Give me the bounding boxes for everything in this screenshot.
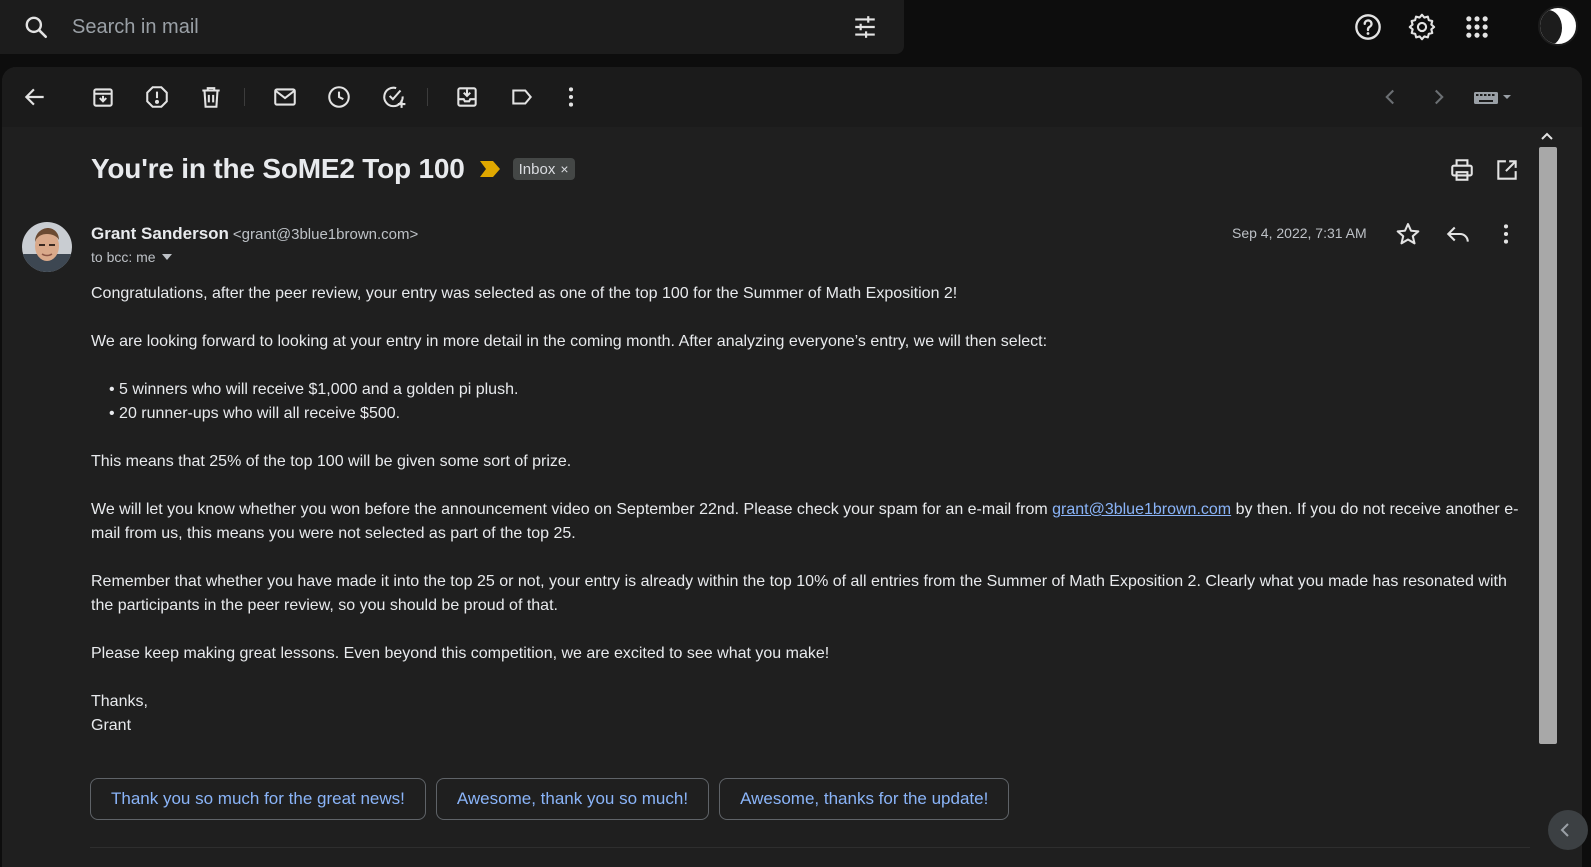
inbox-label-chip: Inbox × <box>512 158 575 180</box>
sender-name[interactable]: Grant Sanderson <box>91 224 229 244</box>
settings-icon[interactable] <box>1408 13 1436 41</box>
back-arrow-icon[interactable] <box>22 84 48 110</box>
search-options-icon[interactable] <box>852 14 878 40</box>
list-item: 20 runner-ups who will all receive $500. <box>109 402 1521 426</box>
message-content: You're in the SoME2 Top 100 Inbox × Gran… <box>2 127 1542 867</box>
print-icon[interactable] <box>1449 157 1475 183</box>
chevron-left-icon <box>1560 823 1569 837</box>
smart-replies: Thank you so much for the great news! Aw… <box>90 778 1010 820</box>
smart-reply-button[interactable]: Thank you so much for the great news! <box>90 778 426 820</box>
remove-label-button[interactable]: × <box>560 161 568 177</box>
subject-row: You're in the SoME2 Top 100 Inbox × <box>91 149 575 189</box>
body-paragraph: We will let you know whether you won bef… <box>91 498 1521 546</box>
scroll-up-arrow-icon[interactable] <box>1540 130 1554 144</box>
search-box <box>0 0 904 54</box>
input-tools-icon[interactable] <box>1472 84 1518 110</box>
search-input[interactable] <box>60 10 820 44</box>
label-icon[interactable] <box>509 84 535 110</box>
account-avatar[interactable] <box>1538 6 1578 46</box>
archive-icon[interactable] <box>90 84 116 110</box>
report-spam-icon[interactable] <box>144 84 170 110</box>
body-paragraph: Remember that whether you have made it i… <box>91 573 1507 614</box>
email-body: Congratulations, after the peer review, … <box>91 282 1521 738</box>
toolbar-divider <box>244 88 245 106</box>
body-paragraph: Please keep making great lessons. Even b… <box>91 645 830 662</box>
email-link[interactable]: grant@3blue1brown.com <box>1052 501 1231 518</box>
star-icon[interactable] <box>1395 221 1421 247</box>
scrollbar-thumb[interactable] <box>1539 147 1557 744</box>
open-new-window-icon[interactable] <box>1494 157 1520 183</box>
more-vert-icon[interactable] <box>558 84 584 110</box>
smart-reply-button[interactable]: Awesome, thank you so much! <box>435 778 710 820</box>
top-bar <box>0 0 1591 64</box>
search-icon[interactable] <box>23 14 49 40</box>
older-chevron-icon[interactable] <box>1426 84 1452 110</box>
reply-icon[interactable] <box>1445 221 1471 247</box>
email-date: Sep 4, 2022, 7:31 AM <box>1232 225 1367 241</box>
mark-unread-icon[interactable] <box>272 84 298 110</box>
move-to-icon[interactable] <box>454 84 480 110</box>
sender-avatar[interactable] <box>22 222 72 272</box>
body-paragraph: This means that 25% of the top 100 will … <box>91 453 572 470</box>
message-toolbar <box>2 67 1582 127</box>
side-panel-toggle[interactable] <box>1548 810 1588 850</box>
inbox-label-text: Inbox <box>518 160 556 178</box>
apps-grid-icon[interactable] <box>1463 13 1491 41</box>
body-paragraph: We are looking forward to looking at you… <box>91 333 1048 350</box>
toolbar-divider <box>427 88 428 106</box>
recipients-line[interactable]: to bcc: me <box>91 249 172 265</box>
body-text-segment: We will let you know whether you won bef… <box>91 501 1053 518</box>
sender-email: <grant@3blue1brown.com> <box>232 226 419 243</box>
message-view: You're in the SoME2 Top 100 Inbox × Gran… <box>2 67 1582 867</box>
body-paragraph: Congratulations, after the peer review, … <box>91 285 958 302</box>
signature: Grant <box>91 717 132 734</box>
message-more-vert-icon[interactable] <box>1493 221 1519 247</box>
list-item: 5 winners who will receive $1,000 and a … <box>109 378 1521 402</box>
signoff: Thanks, <box>91 693 148 710</box>
delete-icon[interactable] <box>198 84 224 110</box>
sender-line: Grant Sanderson <grant@3blue1brown.com> <box>91 224 418 244</box>
email-subject: You're in the SoME2 Top 100 <box>91 153 465 184</box>
recipient-details-caret-icon[interactable] <box>161 254 172 260</box>
help-icon[interactable] <box>1354 13 1382 41</box>
newer-chevron-icon[interactable] <box>1377 84 1403 110</box>
recipients-text: to bcc: me <box>91 249 156 265</box>
importance-marker-icon[interactable] <box>479 160 501 178</box>
divider <box>90 847 1530 848</box>
add-task-icon[interactable] <box>381 84 407 110</box>
prize-list: 5 winners who will receive $1,000 and a … <box>91 378 1521 426</box>
snooze-icon[interactable] <box>326 84 352 110</box>
smart-reply-button[interactable]: Awesome, thanks for the update! <box>719 778 1010 820</box>
